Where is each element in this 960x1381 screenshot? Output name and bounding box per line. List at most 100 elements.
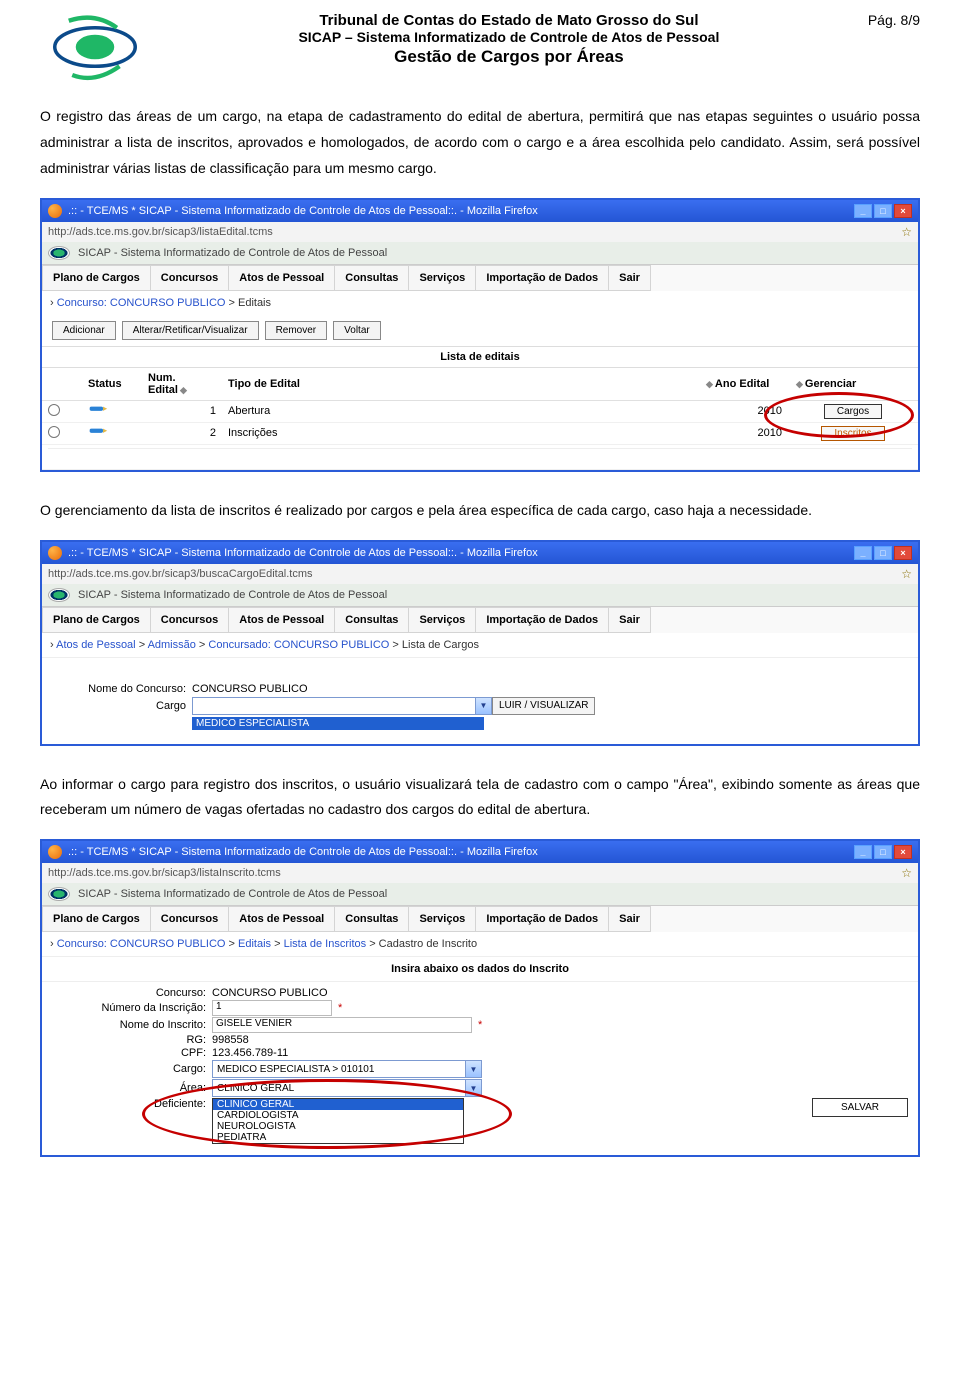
chevron-down-icon[interactable]: ▼	[475, 698, 491, 714]
window-minimize-button[interactable]: _	[854, 845, 872, 859]
menu-servicos[interactable]: Serviços	[408, 265, 475, 291]
menu-importacao[interactable]: Importação de Dados	[475, 265, 608, 291]
url-text: http://ads.tce.ms.gov.br/sicap3/listaIns…	[48, 867, 281, 879]
row-select-radio[interactable]	[48, 404, 60, 416]
crumb-atos[interactable]: Atos de Pessoal	[56, 639, 136, 651]
area-option[interactable]: PEDIATRA	[213, 1132, 463, 1143]
page-number: Pág. 8/9	[868, 12, 920, 28]
cargos-button[interactable]: Cargos	[824, 404, 882, 419]
area-option[interactable]: NEUROLOGISTA	[213, 1121, 463, 1132]
bookmark-star-icon[interactable]: ☆	[901, 225, 912, 239]
cargo-combo-value: MEDICO ESPECIALISTA > 010101	[213, 1064, 378, 1075]
menu-sair[interactable]: Sair	[608, 607, 651, 633]
alterar-button[interactable]: Alterar/Retificar/Visualizar	[122, 321, 259, 340]
window-close-button[interactable]: ×	[894, 204, 912, 218]
cargo-label: Cargo	[52, 700, 192, 712]
menu-plano-de-cargos[interactable]: Plano de Cargos	[42, 607, 150, 633]
chevron-down-icon[interactable]: ▼	[465, 1080, 481, 1096]
col-num: Num. Edital	[148, 372, 178, 396]
table-row: 2 Inscrições 2010 Inscritos	[42, 422, 918, 444]
bookmark-star-icon[interactable]: ☆	[901, 866, 912, 880]
sicap-logo-icon	[48, 588, 70, 602]
menu-sair[interactable]: Sair	[608, 906, 651, 932]
crumb-editais[interactable]: Editais	[238, 938, 271, 950]
inscritos-button[interactable]: Inscritos	[821, 426, 884, 441]
app-banner-text: SICAP - Sistema Informatizado de Control…	[78, 589, 387, 601]
edit-pencil-icon[interactable]	[88, 404, 108, 416]
salvar-button[interactable]: SALVAR	[812, 1098, 908, 1117]
menu-sair[interactable]: Sair	[608, 265, 651, 291]
menu-atos-de-pessoal[interactable]: Atos de Pessoal	[228, 265, 334, 291]
area-label: Área:	[52, 1082, 212, 1094]
crumb-concurso[interactable]: Concurso: CONCURSO PUBLICO	[57, 938, 226, 950]
crumb-concursado[interactable]: Concursado: CONCURSO PUBLICO	[208, 639, 389, 651]
main-menu: Plano de Cargos Concursos Atos de Pessoa…	[42, 265, 918, 291]
bookmark-star-icon[interactable]: ☆	[901, 567, 912, 581]
window-maximize-button[interactable]: □	[874, 204, 892, 218]
window-close-button[interactable]: ×	[894, 546, 912, 560]
rg-value: 998558	[212, 1034, 249, 1046]
editais-table: Status Num. Edital◆ Tipo de Edital ◆Ano …	[42, 368, 918, 470]
num-inscricao-input[interactable]: 1	[212, 1000, 332, 1016]
menu-importacao[interactable]: Importação de Dados	[475, 607, 608, 633]
sort-icon[interactable]: ◆	[178, 385, 189, 395]
header-line1: Tribunal de Contas do Estado de Mato Gro…	[164, 12, 854, 29]
menu-consultas[interactable]: Consultas	[334, 265, 408, 291]
concurso-value: CONCURSO PUBLICO	[212, 987, 328, 999]
area-combo[interactable]: CLINICO GERAL ▼	[212, 1079, 482, 1097]
menu-servicos[interactable]: Serviços	[408, 607, 475, 633]
required-mark: *	[332, 1002, 342, 1014]
screenshot-cadastro-inscrito: .:: - TCE/MS * SICAP - Sistema Informati…	[40, 839, 920, 1157]
menu-plano-de-cargos[interactable]: Plano de Cargos	[42, 906, 150, 932]
row-select-radio[interactable]	[48, 426, 60, 438]
window-maximize-button[interactable]: □	[874, 845, 892, 859]
col-gerenciar: Gerenciar	[805, 378, 856, 390]
screenshot-editais: .:: - TCE/MS * SICAP - Sistema Informati…	[40, 198, 920, 472]
chevron-down-icon[interactable]: ▼	[465, 1061, 481, 1077]
cargo-combo[interactable]: MEDICO ESPECIALISTA > 010101 ▼	[212, 1060, 482, 1078]
sort-icon[interactable]: ◆	[794, 379, 805, 389]
nome-inscrito-input[interactable]: GISELE VENIER	[212, 1017, 472, 1033]
menu-atos-de-pessoal[interactable]: Atos de Pessoal	[228, 607, 334, 633]
col-tipo: Tipo de Edital	[228, 378, 300, 390]
menu-concursos[interactable]: Concursos	[150, 265, 228, 291]
area-option[interactable]: CARDIOLOGISTA	[213, 1110, 463, 1121]
window-minimize-button[interactable]: _	[854, 204, 872, 218]
breadcrumb: › Concurso: CONCURSO PUBLICO > Editais >…	[42, 932, 918, 956]
window-close-button[interactable]: ×	[894, 845, 912, 859]
remover-button[interactable]: Remover	[265, 321, 328, 340]
sicap-logo-icon	[48, 887, 70, 901]
menu-concursos[interactable]: Concursos	[150, 607, 228, 633]
menu-atos-de-pessoal[interactable]: Atos de Pessoal	[228, 906, 334, 932]
adicionar-button[interactable]: Adicionar	[52, 321, 116, 340]
menu-consultas[interactable]: Consultas	[334, 607, 408, 633]
paragraph-1: O registro das áreas de um cargo, na eta…	[40, 104, 920, 182]
voltar-button[interactable]: Voltar	[333, 321, 381, 340]
cell-num: 1	[142, 400, 222, 422]
url-text: http://ads.tce.ms.gov.br/sicap3/buscaCar…	[48, 568, 313, 580]
window-title: .:: - TCE/MS * SICAP - Sistema Informati…	[68, 846, 538, 858]
rg-label: RG:	[52, 1034, 212, 1046]
menu-servicos[interactable]: Serviços	[408, 906, 475, 932]
menu-concursos[interactable]: Concursos	[150, 906, 228, 932]
edit-pencil-icon[interactable]	[88, 426, 108, 438]
visualizar-button[interactable]: LUIR / VISUALIZAR	[492, 697, 595, 715]
col-ano: Ano Edital	[715, 378, 769, 390]
cargo-combo[interactable]: ▼	[192, 697, 492, 715]
sort-icon[interactable]: ◆	[704, 379, 715, 389]
cargo-selected-option[interactable]: MEDICO ESPECIALISTA	[192, 717, 484, 730]
area-dropdown-list[interactable]: CLINICO GERAL CARDIOLOGISTA NEUROLOGISTA…	[212, 1098, 464, 1144]
crumb-admissao[interactable]: Admissão	[148, 639, 196, 651]
window-maximize-button[interactable]: □	[874, 546, 892, 560]
menu-consultas[interactable]: Consultas	[334, 906, 408, 932]
crumb-lista-inscritos[interactable]: Lista de Inscritos	[284, 938, 367, 950]
crumb-link[interactable]: Concurso: CONCURSO PUBLICO	[57, 297, 226, 309]
tce-logo	[40, 12, 150, 82]
window-minimize-button[interactable]: _	[854, 546, 872, 560]
area-option[interactable]: CLINICO GERAL	[213, 1099, 463, 1110]
firefox-icon	[48, 845, 62, 859]
table-row: 1 Abertura 2010 Cargos	[42, 400, 918, 422]
menu-importacao[interactable]: Importação de Dados	[475, 906, 608, 932]
menu-plano-de-cargos[interactable]: Plano de Cargos	[42, 265, 150, 291]
deficiente-label: Deficiente:	[52, 1098, 212, 1110]
